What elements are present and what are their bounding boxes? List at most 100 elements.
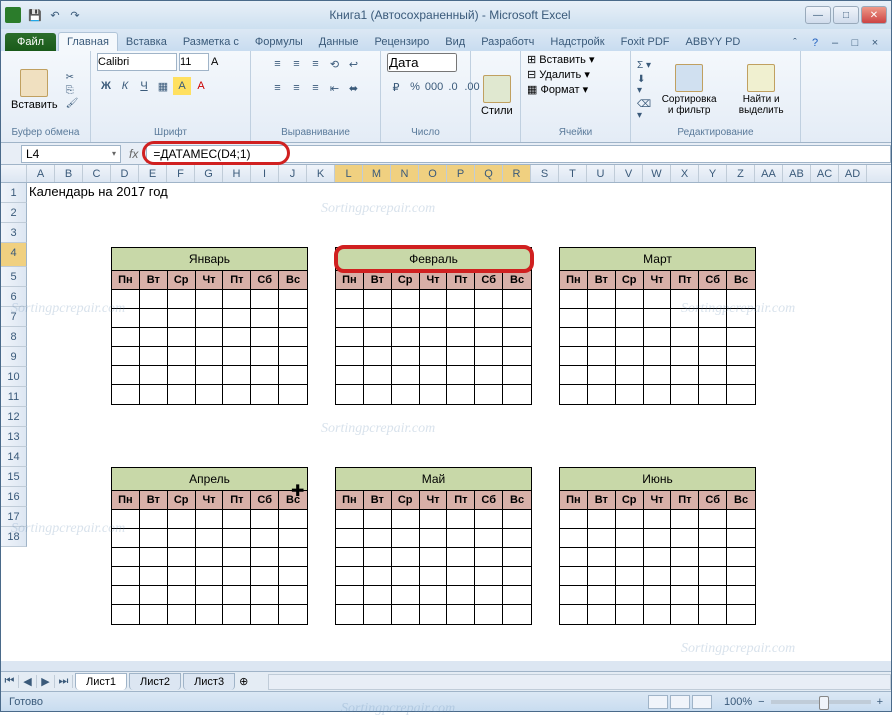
day-cell[interactable] xyxy=(336,567,364,586)
day-cell[interactable] xyxy=(560,548,588,567)
day-cell[interactable] xyxy=(223,366,251,385)
day-cell[interactable] xyxy=(475,529,503,548)
number-format-select[interactable] xyxy=(387,53,457,72)
column-header-C[interactable]: C xyxy=(83,165,111,182)
align-top-icon[interactable]: ≡ xyxy=(269,55,287,73)
new-sheet-icon[interactable]: ⊕ xyxy=(239,675,248,688)
format-painter-icon[interactable]: 🖌 xyxy=(66,98,79,109)
column-header-Z[interactable]: Z xyxy=(727,165,755,182)
day-cell[interactable] xyxy=(140,347,168,366)
day-cell[interactable] xyxy=(168,290,196,309)
day-cell[interactable] xyxy=(196,347,224,366)
day-cell[interactable] xyxy=(112,347,140,366)
day-cell[interactable] xyxy=(503,290,531,309)
day-cell[interactable] xyxy=(279,347,307,366)
day-cell[interactable] xyxy=(560,290,588,309)
day-cell[interactable] xyxy=(420,529,448,548)
day-cell[interactable] xyxy=(503,366,531,385)
wrap-text-icon[interactable]: ↩ xyxy=(345,55,363,73)
day-cell[interactable] xyxy=(475,328,503,347)
day-cell[interactable] xyxy=(364,510,392,529)
tab-formulas[interactable]: Формулы xyxy=(247,33,311,51)
column-header-L[interactable]: L xyxy=(335,165,363,182)
day-cell[interactable] xyxy=(588,605,616,624)
day-cell[interactable] xyxy=(420,510,448,529)
day-cell[interactable] xyxy=(475,290,503,309)
day-cell[interactable] xyxy=(336,366,364,385)
column-header-I[interactable]: I xyxy=(251,165,279,182)
align-middle-icon[interactable]: ≡ xyxy=(288,55,306,73)
day-cell[interactable] xyxy=(140,366,168,385)
day-cell[interactable] xyxy=(251,290,279,309)
day-cell[interactable] xyxy=(616,328,644,347)
align-center-icon[interactable]: ≡ xyxy=(288,79,306,97)
day-cell[interactable] xyxy=(447,328,475,347)
tab-data[interactable]: Данные xyxy=(311,33,367,51)
day-cell[interactable] xyxy=(279,529,307,548)
row-header-9[interactable]: 9 xyxy=(1,347,27,367)
day-cell[interactable] xyxy=(727,529,755,548)
day-cell[interactable] xyxy=(616,605,644,624)
day-cell[interactable] xyxy=(420,548,448,567)
day-cell[interactable] xyxy=(588,328,616,347)
align-left-icon[interactable]: ≡ xyxy=(269,79,287,97)
day-cell[interactable] xyxy=(251,586,279,605)
day-cell[interactable] xyxy=(251,605,279,624)
day-cell[interactable] xyxy=(475,567,503,586)
day-cell[interactable] xyxy=(196,567,224,586)
view-pagebreak-icon[interactable] xyxy=(692,695,712,709)
day-cell[interactable] xyxy=(112,385,140,404)
day-cell[interactable] xyxy=(447,529,475,548)
increase-font-icon[interactable]: A xyxy=(211,56,218,68)
day-cell[interactable] xyxy=(279,586,307,605)
font-size-input[interactable] xyxy=(179,53,209,71)
day-cell[interactable] xyxy=(475,309,503,328)
day-cell[interactable] xyxy=(420,366,448,385)
day-cell[interactable] xyxy=(671,309,699,328)
day-cell[interactable] xyxy=(196,385,224,404)
font-color-icon[interactable]: A xyxy=(192,77,210,95)
day-cell[interactable] xyxy=(279,605,307,624)
row-header-6[interactable]: 6 xyxy=(1,287,27,307)
row-header-16[interactable]: 16 xyxy=(1,487,27,507)
day-cell[interactable] xyxy=(699,290,727,309)
fill-icon[interactable]: ⬇ ▾ xyxy=(637,74,651,96)
row-header-4[interactable]: 4 xyxy=(1,243,27,267)
align-bottom-icon[interactable]: ≡ xyxy=(307,55,325,73)
view-layout-icon[interactable] xyxy=(670,695,690,709)
day-cell[interactable] xyxy=(392,290,420,309)
day-cell[interactable] xyxy=(168,309,196,328)
sheet-nav-prev[interactable]: ◀ xyxy=(19,675,37,688)
tab-foxit[interactable]: Foxit PDF xyxy=(613,33,678,51)
day-cell[interactable] xyxy=(364,529,392,548)
day-cell[interactable] xyxy=(196,529,224,548)
percent-icon[interactable]: % xyxy=(406,78,424,96)
column-header-U[interactable]: U xyxy=(587,165,615,182)
day-cell[interactable] xyxy=(727,290,755,309)
close-button[interactable]: ✕ xyxy=(861,6,887,24)
day-cell[interactable] xyxy=(112,605,140,624)
day-cell[interactable] xyxy=(420,328,448,347)
day-cell[interactable] xyxy=(699,529,727,548)
help-icon[interactable]: ? xyxy=(807,35,823,51)
column-header-AB[interactable]: AB xyxy=(783,165,811,182)
tab-abbyy[interactable]: ABBYY PD xyxy=(678,33,749,51)
day-cell[interactable] xyxy=(588,548,616,567)
day-cell[interactable] xyxy=(196,510,224,529)
day-cell[interactable] xyxy=(644,347,672,366)
view-normal-icon[interactable] xyxy=(648,695,668,709)
day-cell[interactable] xyxy=(364,347,392,366)
inc-decimal-icon[interactable]: .0 xyxy=(444,78,462,96)
day-cell[interactable] xyxy=(616,567,644,586)
day-cell[interactable] xyxy=(588,309,616,328)
column-header-D[interactable]: D xyxy=(111,165,139,182)
day-cell[interactable] xyxy=(336,309,364,328)
day-cell[interactable] xyxy=(671,510,699,529)
align-right-icon[interactable]: ≡ xyxy=(307,79,325,97)
redo-icon[interactable]: ↷ xyxy=(67,7,83,23)
day-cell[interactable] xyxy=(196,309,224,328)
zoom-in-icon[interactable]: + xyxy=(877,696,883,708)
day-cell[interactable] xyxy=(168,529,196,548)
sheet-nav-next[interactable]: ▶ xyxy=(37,675,55,688)
day-cell[interactable] xyxy=(503,328,531,347)
